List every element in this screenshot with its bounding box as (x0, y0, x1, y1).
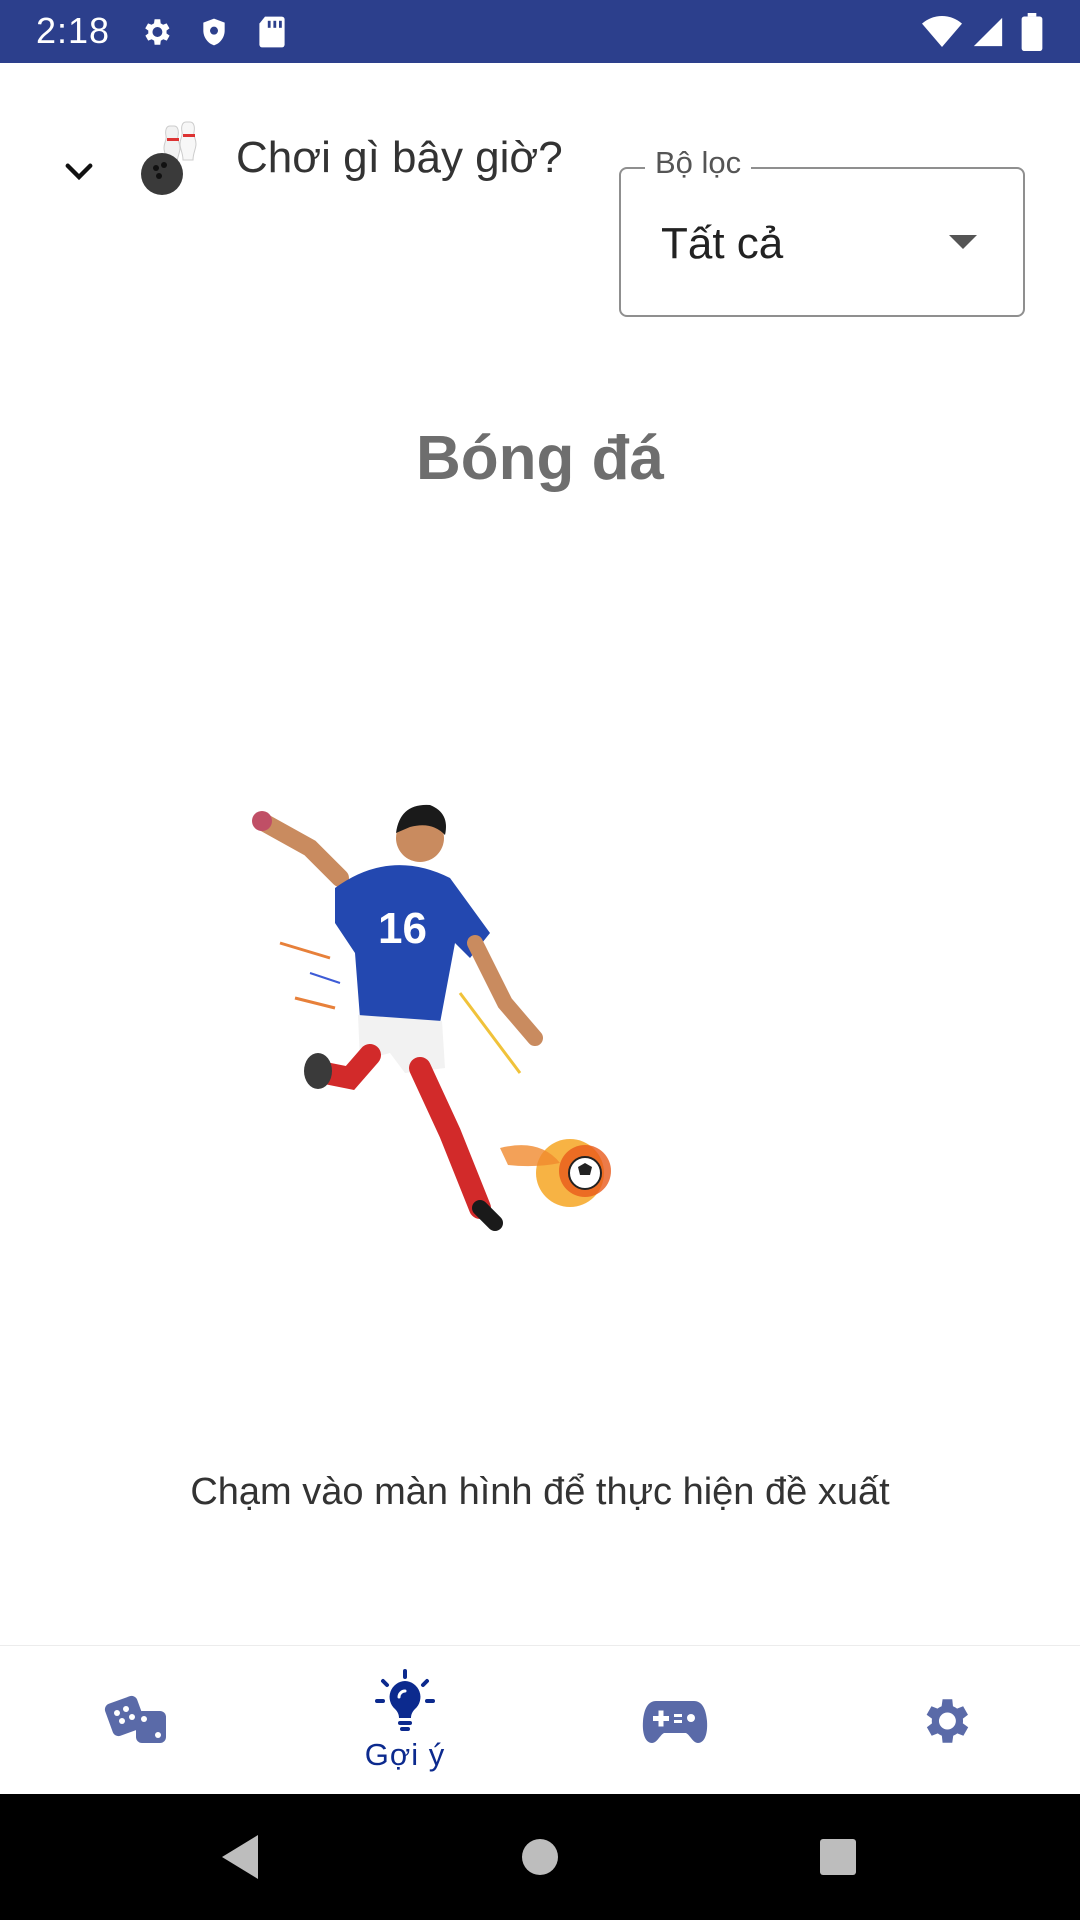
wifi-icon (922, 12, 962, 52)
chevron-down-icon[interactable] (58, 151, 100, 193)
suggestion-title: Bóng đá (416, 424, 664, 493)
app-title: Chơi gì bây giờ? (236, 133, 563, 182)
signal-icon (968, 12, 1008, 52)
status-time: 2:18 (36, 10, 111, 51)
nav-item-suggest[interactable]: Gợi ý (270, 1646, 540, 1795)
sd-card-icon (252, 12, 292, 52)
settings-icon (136, 12, 176, 52)
nav-item-dice[interactable] (0, 1646, 270, 1795)
shield-icon (194, 12, 234, 52)
suggestion-area[interactable]: Bóng đá 16 Chạm vào màn hình để thực hiệ… (0, 263, 1080, 1643)
nav-label-suggest: Gợi ý (364, 1736, 446, 1772)
nav-item-games[interactable] (540, 1646, 810, 1795)
nav-item-settings[interactable] (810, 1646, 1080, 1795)
home-icon[interactable] (480, 1794, 600, 1920)
bowling-icon (140, 118, 210, 198)
tap-hint: Chạm vào màn hình để thực hiện đề xuất (190, 1471, 890, 1513)
lightbulb-icon (375, 1668, 435, 1731)
dropdown-arrow-icon (949, 235, 977, 249)
system-navigation-bar (0, 1794, 1080, 1920)
dice-icon (104, 1695, 166, 1743)
back-icon[interactable] (180, 1794, 300, 1920)
status-bar: 2:18 (0, 0, 1080, 63)
settings-icon (926, 1698, 969, 1743)
filter-label: Bộ lọc (645, 145, 752, 181)
gamepad-icon (642, 1700, 708, 1743)
filter-selected-value: Tất cả (661, 219, 784, 268)
svg-text:16: 16 (378, 904, 427, 953)
app-header: Chơi gì bây giờ? Bộ lọc Tất cả (0, 63, 1080, 317)
recents-icon[interactable] (778, 1794, 898, 1920)
soccer-player-illustration: 16 (240, 793, 640, 1293)
battery-icon (1012, 12, 1052, 52)
bottom-navigation: Gợi ý (0, 1645, 1080, 1795)
